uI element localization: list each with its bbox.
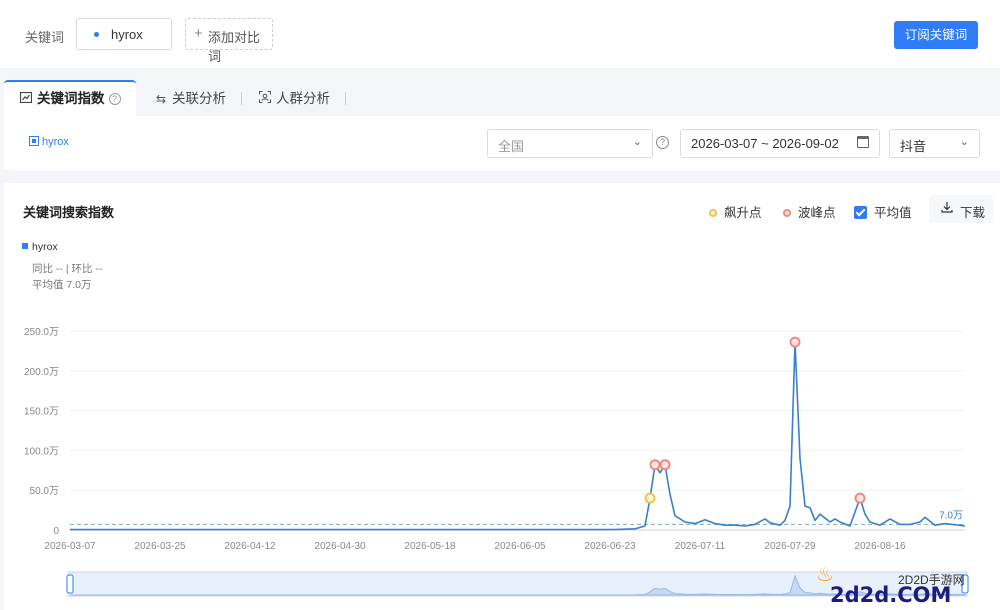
- peak-point-marker: [649, 459, 661, 471]
- peak-point-marker: [659, 459, 671, 471]
- x-tick-label: 2026-08-16: [854, 541, 906, 552]
- x-tick-label: 2026-03-07: [44, 541, 96, 552]
- x-tick-label: 2026-06-23: [584, 541, 636, 552]
- watermark: ♨ 2D2D手游网 2d2d.COM: [810, 564, 980, 608]
- y-tick-label: 150.0万: [24, 407, 59, 418]
- y-tick-label: 50.0万: [30, 486, 59, 497]
- peak-point-marker: [789, 336, 801, 348]
- x-tick-label: 2026-07-29: [764, 541, 816, 552]
- average-line-label: 7.0万: [939, 510, 963, 521]
- x-tick-label: 2026-07-11: [675, 541, 726, 552]
- x-tick-label: 2026-06-05: [494, 541, 546, 552]
- y-tick-label: 0: [53, 526, 59, 537]
- y-tick-label: 250.0万: [24, 327, 59, 338]
- x-tick-label: 2026-03-25: [134, 541, 186, 552]
- series-line-hyrox: [70, 341, 966, 531]
- y-tick-label: 200.0万: [24, 367, 59, 378]
- range-slider-handle-left[interactable]: [66, 574, 74, 594]
- y-tick-label: 100.0万: [24, 446, 59, 457]
- surge-point-marker: [644, 492, 656, 504]
- x-tick-label: 2026-04-30: [314, 541, 366, 552]
- watermark-en: 2d2d.COM: [830, 583, 952, 607]
- peak-point-marker: [854, 492, 866, 504]
- x-tick-label: 2026-04-12: [224, 541, 276, 552]
- x-tick-label: 2026-05-18: [404, 541, 456, 552]
- search-index-chart: 0 50.0万 100.0万 150.0万 200.0万 250.0万 2026-03-07…: [24, 327, 969, 597]
